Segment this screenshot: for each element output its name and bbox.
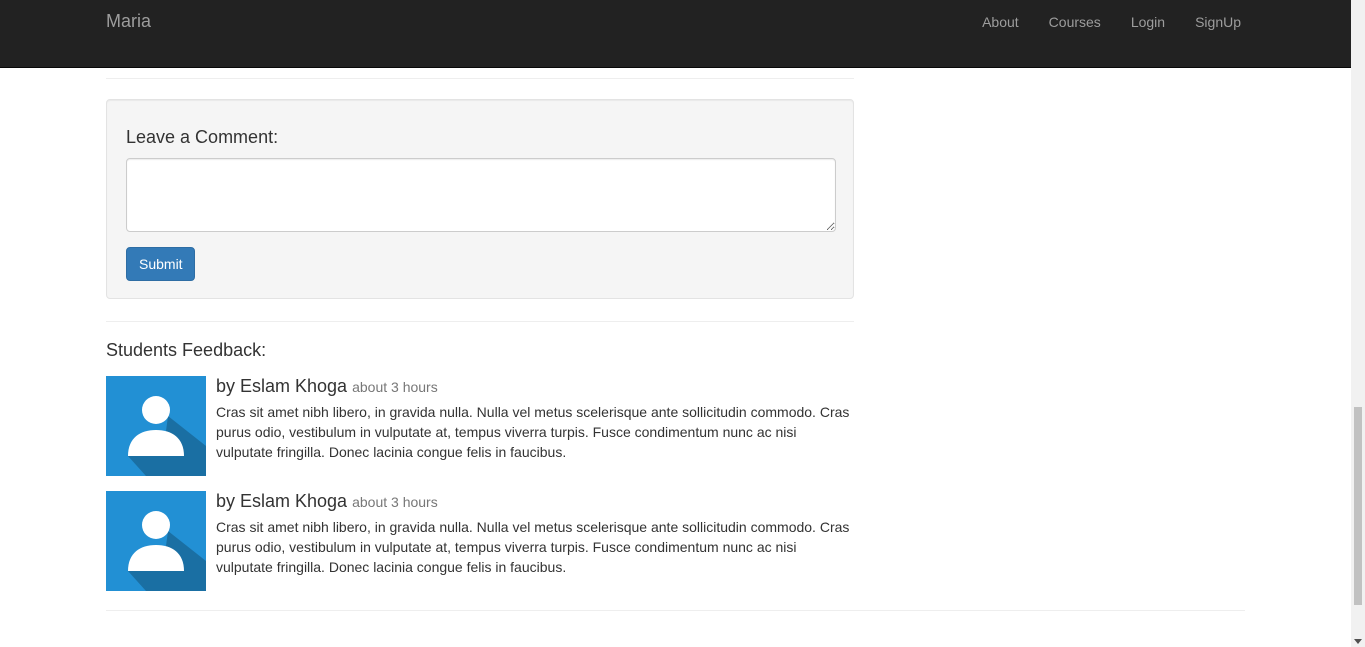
top-navbar: Maria About Courses Login SignUp <box>0 0 1351 68</box>
comment-form: Leave a Comment: Submit <box>106 99 854 299</box>
vertical-scrollbar[interactable] <box>1351 0 1365 647</box>
feedback-time: about 3 hours <box>352 379 438 395</box>
footer-divider <box>106 610 1245 611</box>
nav-link-courses[interactable]: Courses <box>1034 0 1116 44</box>
scrollbar-thumb[interactable] <box>1354 407 1362 605</box>
feedback-title: Students Feedback: <box>106 340 267 360</box>
feedback-body: by Eslam Khoga about 3 hours Cras sit am… <box>216 376 856 462</box>
submit-button[interactable]: Submit <box>126 247 195 281</box>
feedback-time: about 3 hours <box>352 494 438 510</box>
feedback-text: Cras sit amet nibh libero, in gravida nu… <box>216 404 850 460</box>
nav-link-about[interactable]: About <box>967 0 1034 44</box>
divider <box>106 321 854 322</box>
feedback-author: by Eslam Khoga <box>216 376 348 396</box>
brand-link[interactable]: Maria <box>106 11 151 31</box>
feedback-body: by Eslam Khoga about 3 hours Cras sit am… <box>216 491 856 577</box>
comment-textarea[interactable] <box>126 158 836 232</box>
feedback-author: by Eslam Khoga <box>216 491 348 511</box>
feedback-heading: by Eslam Khoga about 3 hours <box>216 491 856 512</box>
divider <box>106 78 854 79</box>
user-avatar-icon <box>106 376 206 476</box>
comment-form-title: Leave a Comment: <box>126 127 279 147</box>
nav-link-login[interactable]: Login <box>1116 0 1180 44</box>
user-avatar-icon <box>106 491 206 591</box>
scroll-down-arrow-icon[interactable] <box>1354 639 1362 644</box>
feedback-heading: by Eslam Khoga about 3 hours <box>216 376 856 397</box>
feedback-text: Cras sit amet nibh libero, in gravida nu… <box>216 519 850 575</box>
nav-link-signup[interactable]: SignUp <box>1180 0 1241 44</box>
nav-links: About Courses Login SignUp <box>967 0 1241 44</box>
